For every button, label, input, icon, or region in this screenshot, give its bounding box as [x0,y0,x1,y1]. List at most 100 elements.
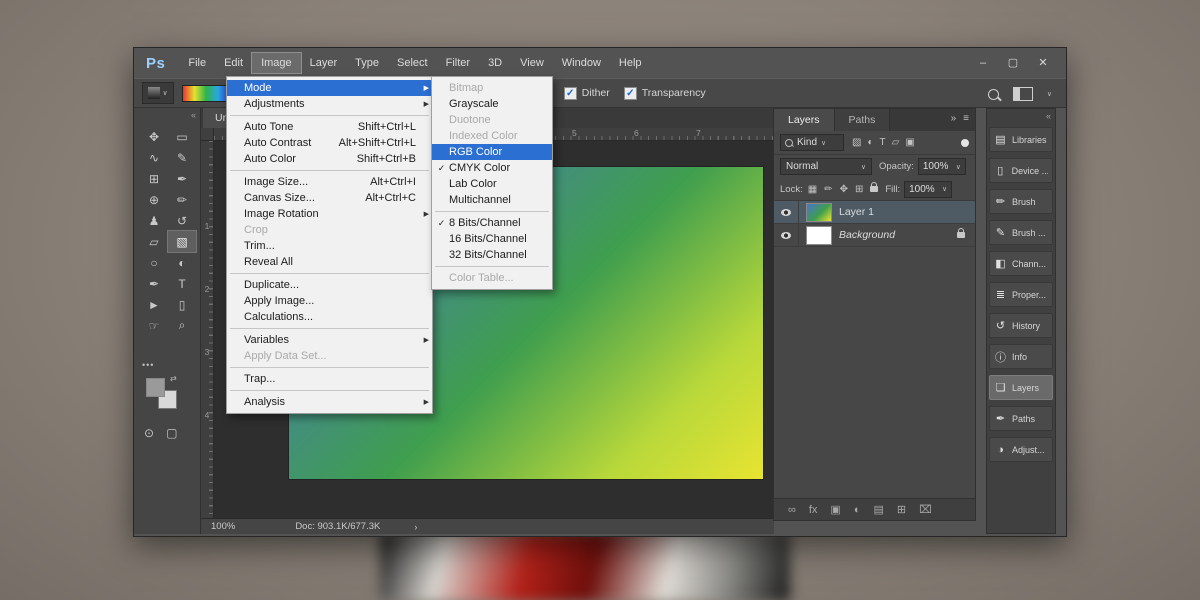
hand-tool[interactable]: ☞ [140,315,168,336]
dock-properties-button[interactable]: ≣ Proper... [989,282,1053,307]
panel-tab[interactable]: Layers [774,109,835,131]
menu-item[interactable]: Canvas Size... Alt+Ctrl+C [227,190,432,206]
zoom-tool[interactable]: ⌕ [168,315,196,336]
menu-item[interactable]: Trim... [227,238,432,254]
menu-item[interactable]: CMYK Color [432,160,552,176]
menubar-item[interactable]: File [179,53,215,73]
layer-thumbnail[interactable] [806,226,832,245]
filter-toggle-icon[interactable] [961,139,969,147]
menubar-item[interactable]: Edit [215,53,252,73]
dock-device-button[interactable]: ▯ Device ... [989,158,1053,183]
caret-down-icon[interactable]: ∨ [1047,90,1052,98]
menu-item[interactable]: Auto Color Shift+Ctrl+B [227,151,432,167]
lasso-tool[interactable]: ∿ [140,147,168,168]
menu-item[interactable]: Calculations... [227,309,432,325]
layer-group-icon[interactable]: ▤ [873,503,883,516]
lock-position-icon[interactable]: ✥ [840,184,848,195]
menu-item[interactable]: 32 Bits/Channel [432,247,552,263]
zoom-level[interactable]: 100% [211,521,235,532]
path-selection-tool[interactable]: ► [140,294,168,315]
menu-item[interactable]: Analysis [227,394,432,410]
adjustment-layer-icon[interactable]: ◐ [854,504,861,516]
filter-type-icon[interactable]: T [880,137,886,148]
option-checkbox[interactable]: Transparency [624,87,706,100]
checkbox-box[interactable] [624,87,637,100]
dock-libraries-button[interactable]: ▤ Libraries [989,127,1053,152]
menu-item[interactable]: Multichannel [432,192,552,208]
quick-mask-icon[interactable]: ⊙ [144,426,154,440]
menu-item[interactable]: Lab Color [432,176,552,192]
layer-style-icon[interactable]: fx [809,504,818,516]
dock-brush-settings-button[interactable]: ✎ Brush ... [989,220,1053,245]
lock-transparency-icon[interactable]: ▦ [808,184,817,195]
menu-item[interactable] [230,328,429,329]
menu-item[interactable]: Crop [227,222,432,238]
menu-item[interactable]: Mode [227,80,432,96]
visibility-toggle[interactable] [774,201,799,223]
menu-item[interactable] [230,390,429,391]
edit-toolbar-icon[interactable]: ••• [142,360,154,370]
dock-paths-button[interactable]: ✒ Paths [989,406,1053,431]
menu-item[interactable]: 16 Bits/Channel [432,231,552,247]
delete-layer-icon[interactable]: ⌧ [919,503,932,516]
close-button[interactable]: ✕ [1030,53,1056,73]
expand-panel-icon[interactable]: » [951,113,957,124]
layer-name[interactable]: Layer 1 [839,206,874,218]
menu-item[interactable]: Indexed Color [432,128,552,144]
menu-item[interactable]: Grayscale [432,96,552,112]
collapse-panel-icon[interactable]: « [191,110,196,120]
blur-tool[interactable]: ○ [140,252,168,273]
search-icon[interactable] [988,89,999,100]
menubar-item[interactable]: Window [553,53,610,73]
lock-artboard-icon[interactable]: ⊞ [855,184,863,195]
screen-mode-icon[interactable]: ▢ [166,426,177,440]
menubar-item[interactable]: Help [610,53,651,73]
filter-shape-icon[interactable]: ▱ [892,137,900,148]
quick-selection-tool[interactable]: ✎ [168,147,196,168]
dodge-tool[interactable]: ◐ [168,252,196,273]
menubar-item[interactable]: View [511,53,553,73]
checkbox-box[interactable] [564,87,577,100]
panel-menu-icon[interactable]: ≡ [963,113,969,124]
menu-item[interactable]: Trap... [227,371,432,387]
lock-paint-icon[interactable]: ✏ [824,184,832,195]
clone-stamp-tool[interactable]: ♟ [140,210,168,231]
menubar-item[interactable]: Image [252,53,301,73]
gradient-tool[interactable]: ▧ [168,231,196,252]
crop-tool[interactable]: ⊞ [140,168,168,189]
workspace-panel-icon[interactable] [1013,87,1033,101]
menu-item[interactable]: Apply Data Set... [227,348,432,364]
blend-mode-dropdown[interactable]: Normal ∨ [780,158,872,175]
menu-item[interactable] [230,170,429,171]
swap-colors-icon[interactable]: ⇄ [170,374,177,383]
lock-all-icon[interactable] [870,186,878,192]
menu-item[interactable]: 8 Bits/Channel [432,215,552,231]
menu-item[interactable]: Apply Image... [227,293,432,309]
menu-item[interactable]: Variables [227,332,432,348]
menubar-item[interactable]: Layer [301,53,347,73]
eraser-tool[interactable]: ▱ [140,231,168,252]
menu-item[interactable]: Adjustments [227,96,432,112]
dock-history-button[interactable]: ↺ History [989,313,1053,338]
layer-name[interactable]: Background [839,229,895,241]
menu-item[interactable] [435,266,549,267]
menu-item[interactable]: Reveal All [227,254,432,270]
menu-item[interactable]: Image Rotation [227,206,432,222]
new-layer-icon[interactable]: ⊞ [897,503,906,516]
menu-item[interactable]: Auto Tone Shift+Ctrl+L [227,119,432,135]
dock-info-button[interactable]: ⓘ Info [989,344,1053,369]
collapse-dock-icon[interactable]: « [1046,111,1051,121]
type-tool[interactable]: T [168,273,196,294]
menu-item[interactable] [230,367,429,368]
healing-brush-tool[interactable]: ⊕ [140,189,168,210]
shape-tool[interactable]: ▯ [168,294,196,315]
dock-brush-button[interactable]: ✏ Brush [989,189,1053,214]
marquee-tool[interactable]: ▭ [168,126,196,147]
menu-item[interactable] [230,115,429,116]
tool-preset-picker[interactable]: ∨ [142,82,174,104]
layer-thumbnail[interactable] [806,203,832,222]
minimize-button[interactable]: – [970,53,996,73]
menu-item[interactable]: Color Table... [432,270,552,286]
pen-tool[interactable]: ✒ [140,273,168,294]
layer-row-background[interactable]: Background [774,224,975,247]
